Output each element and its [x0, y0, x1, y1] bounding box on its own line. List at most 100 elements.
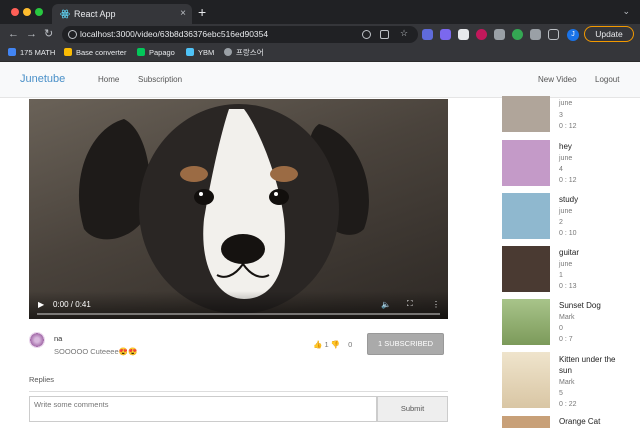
extension-2-icon[interactable] [440, 29, 451, 40]
extension-3-icon[interactable] [458, 29, 469, 40]
nav-subscription-link[interactable]: Subscription [138, 75, 182, 84]
side-video-item[interactable]: june 3 0 : 12 [502, 86, 632, 146]
side-video-item[interactable]: study june 2 0 : 10 [502, 193, 632, 253]
react-logo-icon [60, 9, 70, 19]
video-title: Orange Cat [559, 417, 601, 426]
uploader-name[interactable]: na [54, 334, 62, 343]
like-count: 1 [324, 340, 329, 349]
video-time: 0:00 / 0:41 [53, 300, 91, 309]
back-arrow-icon[interactable]: ← [8, 26, 19, 42]
bookmark-favicon-icon [64, 48, 72, 56]
dog-video-frame [78, 104, 369, 314]
maximize-window-button[interactable] [35, 8, 43, 16]
install-app-icon[interactable] [380, 30, 389, 39]
bookmark-item[interactable]: 프랑스어 [224, 44, 264, 61]
side-video-item[interactable]: hey june 4 0 : 12 [502, 140, 632, 200]
side-panel-icon[interactable] [548, 29, 559, 40]
video-views: 5 [559, 390, 563, 397]
video-title: Kitten under the sun [559, 355, 616, 375]
volume-icon[interactable]: 🔈 [381, 300, 391, 309]
video-duration: 0 : 12 [559, 177, 577, 184]
extension-6-icon[interactable] [512, 29, 523, 40]
bookmark-star-icon[interactable]: ☆ [400, 29, 409, 38]
video-player[interactable]: ▶ 0:00 / 0:41 🔈 ⛶ ⋮ [29, 99, 448, 319]
video-title: study [559, 195, 579, 204]
address-bar[interactable]: localhost:3000/video/63b8d36376ebc516ed9… [62, 26, 418, 43]
play-icon[interactable]: ▶ [38, 300, 44, 309]
video-views: 3 [559, 112, 563, 119]
video-author: june [559, 100, 573, 107]
video-author: Mark [559, 379, 575, 386]
nav-home-link[interactable]: Home [98, 75, 119, 84]
like-dislike-group: 👍 1 👎 0 [313, 340, 352, 349]
video-thumbnail [502, 352, 550, 408]
video-controls: ▶ 0:00 / 0:41 🔈 ⛶ ⋮ [29, 291, 448, 319]
browser-tab[interactable]: React App × [52, 4, 192, 24]
extension-5-icon[interactable] [494, 29, 505, 40]
bookmarks-bar: 175 MATH Base converter Papago YBM 프랑스어 [0, 44, 640, 62]
side-video-item[interactable]: Sunset Dog Mark 0 0 : 7 [502, 299, 632, 359]
bookmark-favicon-icon [186, 48, 194, 56]
video-thumbnail [502, 140, 550, 186]
fullscreen-icon[interactable]: ⛶ [407, 299, 413, 309]
submit-button[interactable]: Submit [377, 396, 448, 422]
browser-tab-bar: React App × + ⌄ [0, 0, 640, 24]
zoom-icon[interactable] [362, 30, 371, 39]
divider [29, 391, 448, 392]
video-title: hey [559, 142, 572, 151]
video-views: 4 [559, 166, 563, 173]
browser-toolbar: ← → ↻ localhost:3000/video/63b8d36376ebc… [0, 24, 640, 44]
globe-icon [224, 48, 232, 56]
tab-close-icon[interactable]: × [180, 4, 186, 24]
video-title: guitar [559, 248, 580, 257]
tab-title: React App [74, 9, 116, 19]
video-author: june [559, 261, 573, 268]
video-duration: 0 : 7 [559, 336, 573, 343]
video-author: june [559, 155, 573, 162]
minimize-window-button[interactable] [23, 8, 31, 16]
video-progress-bar[interactable] [37, 313, 440, 315]
close-window-button[interactable] [11, 8, 19, 16]
uploader-avatar[interactable] [29, 332, 45, 348]
extensions-puzzle-icon[interactable] [530, 29, 541, 40]
like-icon[interactable]: 👍 [313, 340, 322, 349]
extension-1-icon[interactable] [422, 29, 433, 40]
side-video-item[interactable]: guitar june 1 0 : 13 [502, 246, 632, 306]
profile-avatar[interactable]: J [567, 29, 579, 41]
video-duration: 0 : 13 [559, 283, 577, 290]
url-text: localhost:3000/video/63b8d36376ebc516ed9… [80, 29, 269, 39]
comment-input[interactable] [29, 396, 377, 422]
site-info-icon[interactable] [68, 30, 77, 39]
video-description: SOOOOO Cuteeee😍😍 [54, 347, 138, 356]
video-thumbnail [502, 193, 550, 239]
subscribe-button[interactable]: 1 SUBSCRIBED [367, 333, 444, 355]
bookmark-favicon-icon [137, 48, 145, 56]
tab-search-chevron-icon[interactable]: ⌄ [622, 6, 630, 17]
bookmark-item[interactable]: Base converter [64, 44, 126, 61]
more-options-icon[interactable]: ⋮ [432, 300, 440, 309]
video-duration: 0 : 22 [559, 401, 577, 408]
video-views: 2 [559, 219, 563, 226]
bookmark-item[interactable]: 175 MATH [8, 44, 55, 61]
extension-4-icon[interactable] [476, 29, 487, 40]
bookmark-favicon-icon [8, 48, 16, 56]
video-duration: 0 : 10 [559, 230, 577, 237]
bookmark-item[interactable]: YBM [186, 44, 214, 61]
video-author: june [559, 208, 573, 215]
side-video-item[interactable]: Kitten under the sun Mark 5 0 : 22 [502, 352, 632, 412]
bookmark-item[interactable]: Papago [137, 44, 175, 61]
update-button[interactable]: Update [584, 26, 634, 42]
nav-new-video-link[interactable]: New Video [538, 75, 577, 84]
video-thumbnail [502, 246, 550, 292]
video-thumbnail [502, 416, 550, 428]
forward-arrow-icon[interactable]: → [26, 26, 37, 42]
dislike-count: 0 [348, 340, 353, 349]
video-author: Mark [559, 314, 575, 321]
video-thumbnail [502, 299, 550, 345]
brand-logo[interactable]: Junetube [20, 73, 65, 85]
side-video-item[interactable]: Orange Cat [502, 416, 632, 428]
new-tab-button[interactable]: + [198, 4, 206, 20]
nav-logout-link[interactable]: Logout [595, 75, 619, 84]
dislike-icon[interactable]: 👎 [331, 340, 340, 349]
reload-icon[interactable]: ↻ [44, 26, 53, 42]
